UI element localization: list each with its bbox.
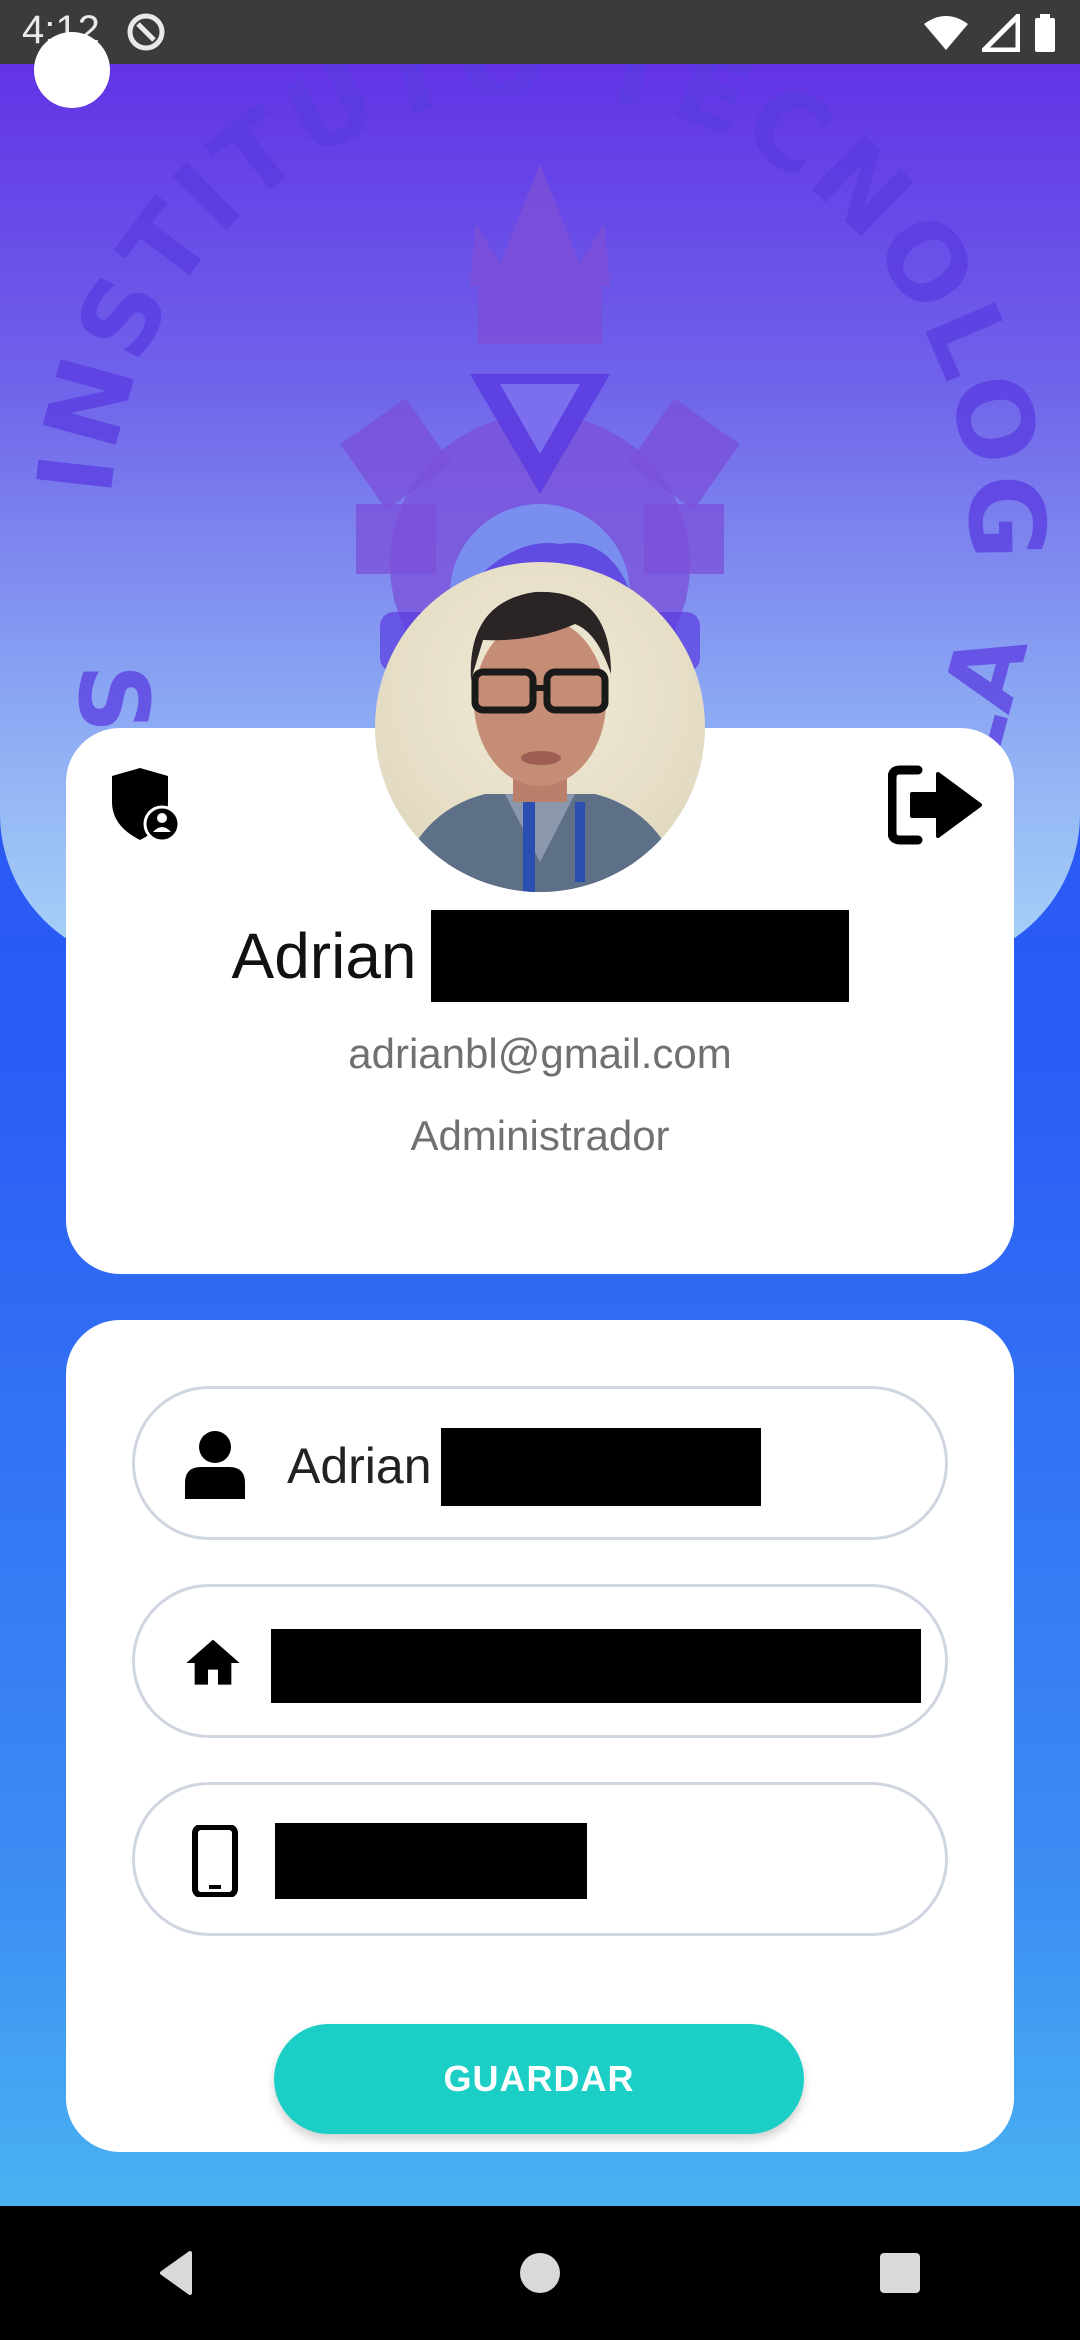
address-field[interactable] [132,1584,948,1738]
save-button[interactable]: GUARDAR [274,2024,804,2134]
navigation-bar [0,2206,1080,2340]
floating-dot[interactable] [34,32,110,108]
profile-first-name: Adrian [231,920,417,992]
edit-profile-form: Adrian GUARDAR [66,1320,1014,2152]
avatar[interactable] [375,562,705,892]
status-icons [924,14,1056,52]
redacted-address-value [271,1629,921,1703]
redacted-last-name [430,910,849,1002]
at-sign-icon [127,13,165,51]
recents-icon[interactable] [870,2243,930,2303]
redacted-phone-value [275,1823,587,1899]
signal-icon [982,14,1020,52]
phone-icon [192,1825,238,1897]
logout-icon[interactable] [888,764,984,846]
admin-shield-icon[interactable] [106,768,180,842]
avatar-photo [395,591,685,892]
battery-icon [1035,14,1055,52]
profile-name-row: Adrian [66,908,1014,1004]
profile-email: adrianbl@gmail.com [348,1030,732,1077]
profile-role: Administrador [410,1112,670,1159]
home-nav-icon[interactable] [510,2243,570,2303]
phone-field[interactable] [132,1782,948,1936]
person-icon [185,1431,245,1499]
back-icon[interactable] [150,2243,210,2303]
redacted-name-value [441,1428,761,1506]
wifi-icon [924,16,968,50]
name-field[interactable]: Adrian [132,1386,948,1540]
home-icon [186,1639,240,1685]
name-field-value: Adrian [287,1438,432,1494]
status-bar: 4:12 [0,0,1080,64]
